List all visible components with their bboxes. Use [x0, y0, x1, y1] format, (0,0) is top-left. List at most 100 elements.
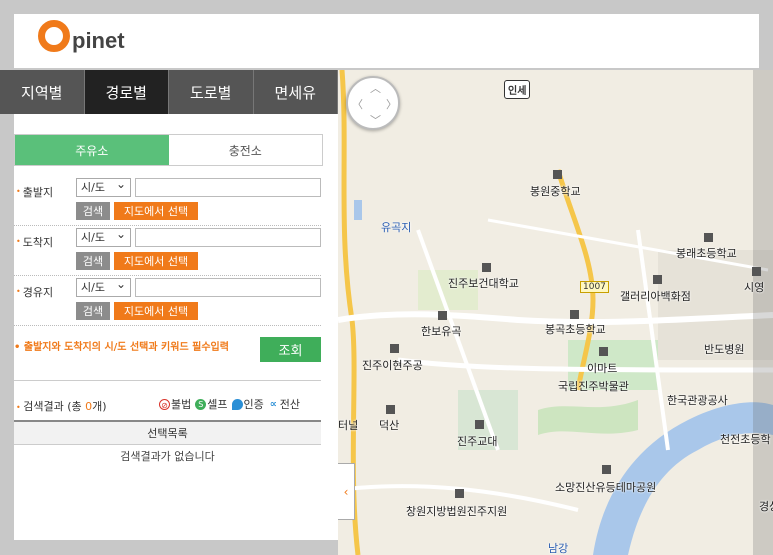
- map-label: 시영: [744, 281, 765, 294]
- waypoint-keyword-input[interactable]: [135, 278, 321, 297]
- fuel-type-tabs: 주유소 충전소: [14, 134, 323, 166]
- results-suffix: 개): [92, 400, 107, 413]
- panel-collapse-button[interactable]: ‹: [338, 463, 355, 520]
- legend-computerized: ∝ 전산: [267, 396, 300, 412]
- map-badge: 인세: [504, 80, 531, 99]
- station-legend: ⊘ 불법 S 셀프 인증 ∝ 전산: [159, 396, 300, 412]
- map-label: 천전초등학: [720, 433, 771, 446]
- origin-search-button[interactable]: 검색: [76, 202, 110, 220]
- map-label: 터널: [338, 419, 359, 432]
- map-pan-control[interactable]: ︿ 〈 〉 ﹀: [346, 76, 400, 130]
- map-label: 봉원중학교: [530, 185, 581, 198]
- divider: [14, 225, 321, 226]
- tab-tax-free[interactable]: 면세유: [254, 70, 338, 114]
- building-icon[interactable]: [386, 405, 395, 414]
- map-label: 진주교대: [457, 435, 498, 448]
- route-search-panel: 지역별 경로별 도로별 면세유 주유소 충전소 출발지 시/도 검색 지도에서 …: [0, 70, 338, 540]
- route-search-form: 주유소 충전소 출발지 시/도 검색 지도에서 선택 도착지 시/도 검색 지도…: [14, 114, 338, 540]
- drop-icon: [231, 398, 243, 410]
- waypoint-region-select[interactable]: 시/도: [76, 276, 131, 297]
- waypoint-map-select-button[interactable]: 지도에서 선택: [114, 302, 198, 320]
- map-label: 소망진산유등테마공원: [555, 481, 657, 494]
- map-label: 유곡지: [381, 221, 412, 234]
- map-label: 한국관광공사: [667, 394, 728, 407]
- tab-by-route[interactable]: 경로별: [84, 70, 169, 114]
- selection-list-header: 선택목록: [14, 420, 321, 445]
- school-icon[interactable]: [475, 420, 484, 429]
- legend-self: S 셀프: [195, 396, 228, 412]
- map-label: 진주이현주공: [362, 359, 423, 372]
- panel-side-strip: [0, 114, 14, 540]
- waypoint-label: 경유지: [16, 284, 53, 300]
- legend-label: 셀프: [207, 398, 228, 411]
- pan-up-icon[interactable]: ︿: [370, 80, 381, 96]
- map-label: 갤러리아백화점: [620, 290, 691, 303]
- self-icon: S: [195, 398, 207, 410]
- bottom-strip: [0, 540, 338, 555]
- waypoint-search-button[interactable]: 검색: [76, 302, 110, 320]
- map-label: 덕산: [379, 419, 400, 432]
- opinet-logo[interactable]: pinet: [38, 18, 125, 54]
- logo-o-mark: [38, 20, 70, 52]
- store-icon[interactable]: [653, 275, 662, 284]
- map-label: 봉래초등학교: [676, 247, 737, 260]
- map-view[interactable]: ︿ 〈 〉 ﹀ 인세 1007 봉원중학교 유곡지 봉래초등학교 진주보건대학교…: [338, 70, 773, 555]
- map-label: 남강: [548, 542, 569, 555]
- results-summary: 검색결과 (총 0개): [16, 398, 107, 414]
- destination-search-button[interactable]: 검색: [76, 252, 110, 270]
- school-icon[interactable]: [482, 263, 491, 272]
- divider: [14, 380, 321, 381]
- prohibited-icon: ⊘: [159, 398, 170, 410]
- required-notice: 출발지와 도착지의 시/도 선택과 키워드 필수입력: [14, 338, 229, 353]
- map-label: 창원지방법원진주지원: [406, 505, 508, 518]
- map-label: 국립진주박물관: [558, 380, 629, 393]
- tab-by-region[interactable]: 지역별: [0, 70, 85, 114]
- legend-certified: 인증: [231, 396, 264, 412]
- court-icon[interactable]: [455, 489, 464, 498]
- store-icon[interactable]: [599, 347, 608, 356]
- building-icon[interactable]: [752, 267, 761, 276]
- empty-results-message: 검색결과가 없습니다: [120, 450, 215, 463]
- map-label: 경상: [759, 500, 773, 513]
- map-label: 한보유곡: [421, 325, 462, 338]
- logo-text: pinet: [72, 28, 125, 53]
- divider: [14, 325, 321, 326]
- school-icon[interactable]: [570, 310, 579, 319]
- submit-search-button[interactable]: 조회: [260, 337, 321, 362]
- destination-keyword-input[interactable]: [135, 228, 321, 247]
- destination-label: 도착지: [16, 234, 53, 250]
- origin-keyword-input[interactable]: [135, 178, 321, 197]
- map-label: 반도병원: [704, 343, 745, 356]
- pan-down-icon[interactable]: ﹀: [370, 112, 381, 128]
- pan-right-icon[interactable]: 〉: [386, 96, 397, 112]
- building-icon[interactable]: [438, 311, 447, 320]
- search-mode-tabs: 지역별 경로별 도로별 면세유: [0, 70, 338, 114]
- legend-illegal: ⊘ 불법: [159, 396, 191, 412]
- origin-label: 출발지: [16, 184, 53, 200]
- tab-gas-station[interactable]: 주유소: [15, 135, 169, 165]
- legend-label: 불법: [171, 398, 192, 411]
- legend-label: 전산: [279, 398, 300, 411]
- results-prefix: 검색결과 (총: [23, 400, 86, 413]
- divider: [14, 275, 321, 276]
- chevron-left-icon: ‹: [343, 484, 349, 499]
- origin-region-select[interactable]: 시/도: [76, 176, 131, 197]
- legend-label: 인증: [243, 398, 264, 411]
- building-icon[interactable]: [390, 344, 399, 353]
- map-label: 봉곡초등학교: [545, 323, 606, 336]
- map-label: 이마트: [587, 362, 618, 375]
- origin-map-select-button[interactable]: 지도에서 선택: [114, 202, 198, 220]
- road-number-badge: 1007: [580, 281, 609, 293]
- tab-by-road[interactable]: 도로별: [169, 70, 254, 114]
- map-label: 진주보건대학교: [448, 277, 519, 290]
- link-icon: ∝: [267, 398, 279, 410]
- destination-region-select[interactable]: 시/도: [76, 226, 131, 247]
- tab-charging-station[interactable]: 충전소: [169, 135, 323, 165]
- pan-left-icon[interactable]: 〈: [352, 96, 363, 112]
- park-icon[interactable]: [602, 465, 611, 474]
- map-edge-shade: [753, 70, 773, 555]
- destination-map-select-button[interactable]: 지도에서 선택: [114, 252, 198, 270]
- site-header: pinet: [14, 14, 759, 68]
- school-icon[interactable]: [553, 170, 562, 179]
- school-icon[interactable]: [704, 233, 713, 242]
